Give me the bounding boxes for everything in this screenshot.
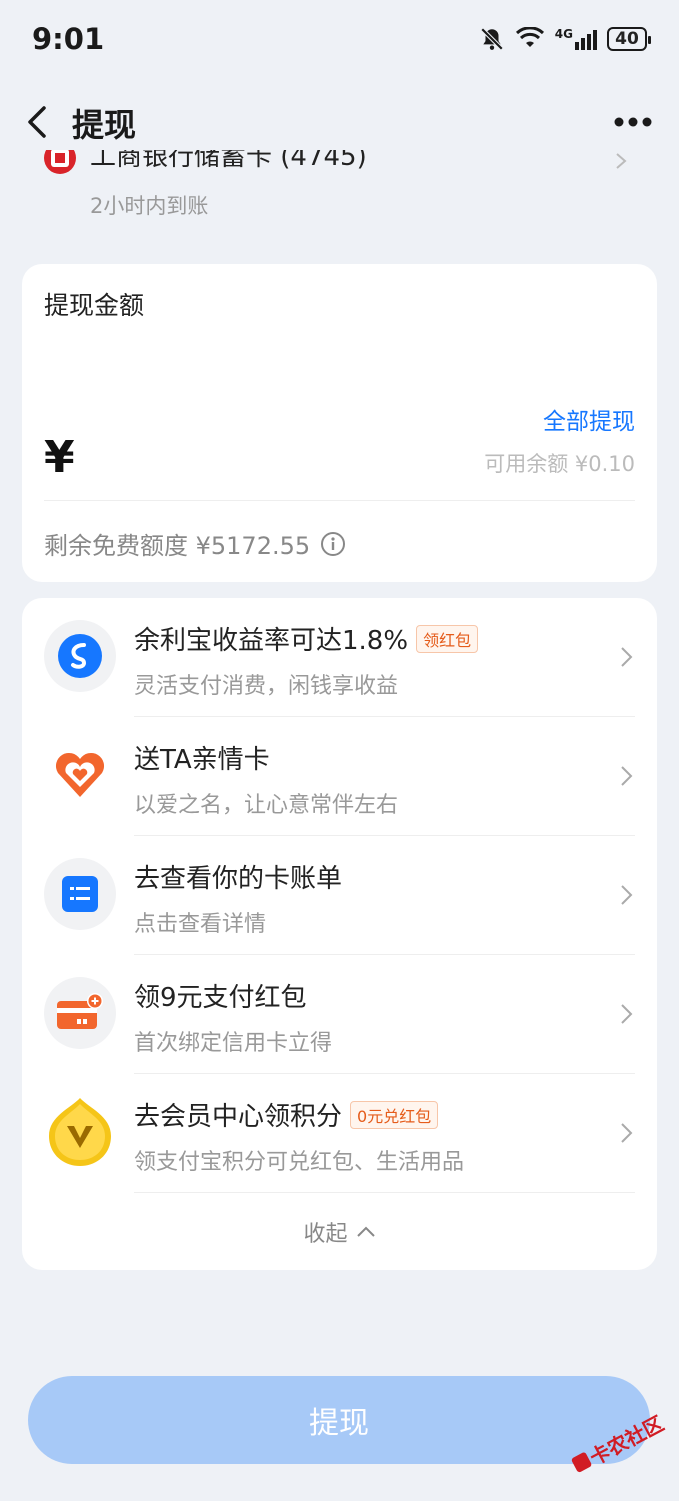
nav-bar: 提现	[0, 86, 679, 158]
battery-icon: 40	[607, 27, 651, 51]
collapse-wrap: 收起	[303, 1216, 375, 1248]
promo-item-credit-card-bonus[interactable]: 领9元支付红包 首次绑定信用卡立得	[22, 955, 657, 1074]
free-quota: 剩余免费额度 ¥5172.55	[44, 526, 346, 561]
chevron-right-icon	[616, 153, 627, 169]
chevron-right-icon	[621, 647, 633, 667]
collapse-toggle[interactable]: 收起	[22, 1216, 657, 1248]
promo-card: 余利宝收益率可达1.8% 领红包 灵活支付消费，闲钱享收益 送TA亲情卡 以爱之…	[22, 598, 657, 1270]
promo-title: 余利宝收益率可达1.8% 领红包	[134, 620, 479, 657]
amount-title: 提现金额	[44, 291, 145, 320]
promo-icon-bg	[44, 977, 116, 1049]
withdraw-button[interactable]: 提现	[28, 1376, 650, 1464]
chevron-right-icon	[621, 885, 633, 905]
promo-tag: 0元兑红包	[350, 1100, 439, 1129]
amount-card: 提现金额 全部提现 ¥ 可用余额 ¥0.10 剩余免费额度 ¥5172.55	[22, 264, 657, 582]
bank-name: 工商银行储蓄卡 (4745)	[90, 150, 367, 172]
signal-4g-icon: 4G	[555, 28, 597, 50]
promo-item-family-card[interactable]: 送TA亲情卡 以爱之名，让心意常伴左右	[22, 717, 657, 836]
promo-title: 送TA亲情卡	[134, 739, 270, 776]
credit-card-plus-icon	[57, 993, 103, 1029]
promo-title-text: 去会员中心领积分	[134, 1102, 343, 1132]
status-bar: 9:01 4G 40	[0, 0, 679, 86]
chevron-right-icon	[621, 1004, 633, 1024]
mute-bell-icon	[480, 27, 504, 51]
promo-item-yulibao[interactable]: 余利宝收益率可达1.8% 领红包 灵活支付消费，闲钱享收益	[22, 598, 657, 717]
divider	[134, 1192, 635, 1193]
promo-icon-bg	[44, 620, 116, 692]
currency-symbol: ¥	[44, 432, 75, 483]
free-quota-text: 剩余免费额度 ¥5172.55	[44, 532, 311, 560]
promo-subtitle: 首次绑定信用卡立得	[134, 1031, 333, 1056]
promo-subtitle: 点击查看详情	[134, 912, 267, 937]
network-label: 4G	[554, 27, 573, 41]
promo-icon-bg	[44, 1096, 116, 1168]
withdraw-all-link[interactable]: 全部提现	[543, 402, 635, 436]
collapse-label: 收起	[303, 1222, 348, 1247]
promo-item-member-points[interactable]: 去会员中心领积分 0元兑红包 领支付宝积分可兑红包、生活用品	[22, 1074, 657, 1193]
member-v-icon	[49, 1098, 111, 1166]
bank-card-selector[interactable]: 工商银行储蓄卡 (4745) 2小时内到账	[0, 150, 679, 230]
heart-card-icon	[55, 752, 105, 797]
status-icons: 4G 40	[479, 26, 651, 52]
chevron-up-icon	[356, 1226, 375, 1237]
yulibao-icon	[58, 634, 102, 678]
back-arrow-icon[interactable]	[20, 102, 60, 142]
promo-subtitle: 以爱之名，让心意常伴左右	[134, 793, 399, 818]
promo-title-text: 余利宝收益率可达1.8%	[134, 626, 409, 656]
divider	[44, 500, 635, 501]
promo-icon-bg	[44, 739, 116, 811]
promo-icon-bg	[44, 858, 116, 930]
promo-title-text: 去查看你的卡账单	[134, 864, 343, 894]
promo-title: 去会员中心领积分 0元兑红包	[134, 1096, 439, 1133]
bank-clip: 工商银行储蓄卡 (4745)	[0, 150, 679, 180]
icbc-logo-icon	[44, 150, 76, 174]
promo-title: 领9元支付红包	[134, 977, 307, 1014]
chevron-right-icon	[621, 1123, 633, 1143]
promo-tag: 领红包	[416, 624, 479, 653]
promo-title-text: 送TA亲情卡	[134, 745, 270, 775]
more-icon[interactable]	[613, 108, 653, 136]
available-balance: 可用余额 ¥0.10	[484, 452, 635, 476]
promo-item-card-bill[interactable]: 去查看你的卡账单 点击查看详情	[22, 836, 657, 955]
promo-title: 去查看你的卡账单	[134, 858, 342, 895]
bill-icon	[62, 876, 98, 912]
info-icon[interactable]	[320, 531, 346, 557]
status-time: 9:01	[32, 22, 105, 56]
wifi-icon	[515, 27, 544, 47]
promo-subtitle: 领支付宝积分可兑红包、生活用品	[134, 1150, 465, 1175]
promo-subtitle: 灵活支付消费，闲钱享收益	[134, 674, 399, 699]
promo-title-text: 领9元支付红包	[134, 983, 307, 1013]
chevron-right-icon	[621, 766, 633, 786]
page-title: 提现	[72, 106, 137, 144]
arrival-time: 2小时内到账	[90, 194, 209, 218]
